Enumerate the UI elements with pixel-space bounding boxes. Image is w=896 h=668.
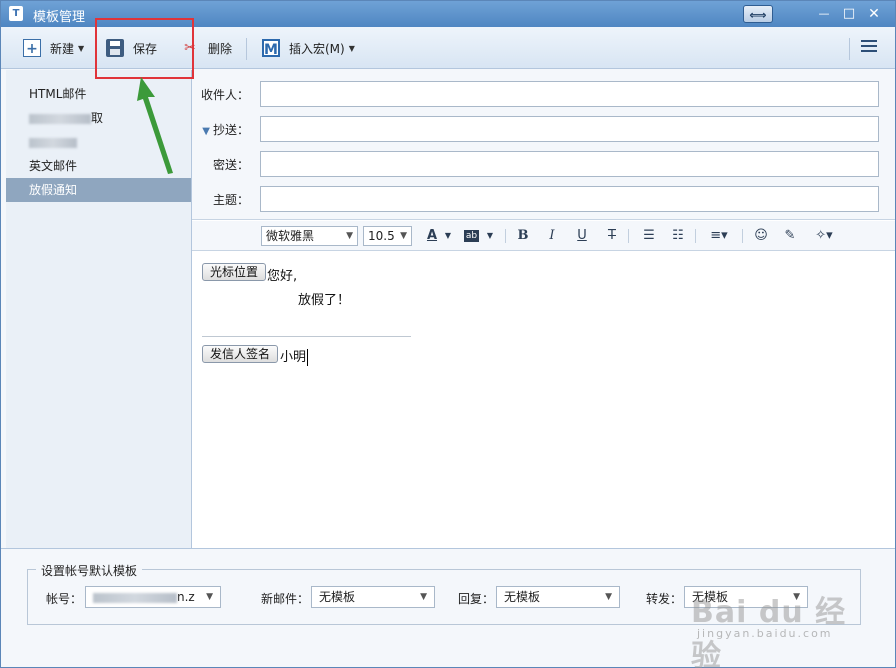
- chevron-down-icon: ▼: [346, 231, 353, 241]
- template-manager-window: T 模板管理 ⟺ — □ ✕ + 新建 ▼ 保存 ✂ 删除 M 插入宏(M) ▼: [0, 0, 896, 668]
- forward-label: 转发：: [646, 592, 683, 606]
- chevron-down-icon: ▼: [348, 43, 355, 53]
- format-toolbar: 微软雅黑 ▼ 10.5 ▼ A ▼ ab ▼ B I U T ☰ ☷ ≡▾ ☺ ✎ …: [192, 221, 895, 251]
- chevron-down-icon[interactable]: ▼: [442, 227, 454, 245]
- letter-m-icon: M: [262, 39, 280, 58]
- new-button-label: 新建: [50, 41, 75, 56]
- toolbar-divider: [849, 38, 850, 60]
- cc-field[interactable]: [260, 116, 879, 142]
- format-divider: [628, 229, 629, 243]
- new-button[interactable]: + 新建 ▼: [23, 36, 84, 60]
- template-editor: 收件人： ▼ 抄送： 密送： 主题： 微软雅黑 ▼ 10.5 ▼ A ▼ ab …: [192, 70, 895, 548]
- plus-box-icon: +: [23, 39, 41, 57]
- subject-label: 主题：: [212, 193, 249, 207]
- cc-label[interactable]: ▼ 抄送：: [202, 121, 249, 138]
- editor-body[interactable]: 光标位置 您好, 放假了！ 发信人签名 小明: [192, 252, 895, 548]
- sender-signature-macro[interactable]: 发信人签名: [202, 345, 279, 363]
- toolbar-divider: [246, 38, 247, 60]
- strikethrough-button[interactable]: T: [602, 227, 622, 245]
- numbered-list-icon[interactable]: ☷: [668, 227, 688, 245]
- align-icon[interactable]: ≡▾: [705, 227, 733, 245]
- window-title: 模板管理: [33, 10, 86, 25]
- insert-macro-label: 插入宏(M): [289, 41, 345, 56]
- maximize-button[interactable]: □: [840, 5, 858, 23]
- subject-field[interactable]: [260, 186, 879, 212]
- reply-label: 回复：: [458, 592, 495, 606]
- new-mail-label: 新邮件：: [261, 592, 310, 606]
- annotation-highlight-box: [95, 18, 194, 79]
- template-item-holiday-notice[interactable]: 放假通知: [6, 178, 191, 202]
- blurred-text: [29, 113, 91, 124]
- magic-wand-icon[interactable]: ✧▾: [810, 227, 838, 245]
- bullet-list-icon[interactable]: ☰: [639, 227, 659, 245]
- underline-button[interactable]: U: [572, 227, 592, 245]
- default-template-panel: 设置帐号默认模板 帐号： n.z ▼ 新邮件： 无模板 ▼ 回复： 无模板 ▼ 转发…: [1, 548, 895, 667]
- cursor-position-macro[interactable]: 光标位置: [202, 263, 267, 281]
- font-family-select[interactable]: 微软雅黑 ▼: [261, 226, 358, 246]
- emoji-icon[interactable]: ☺: [751, 227, 771, 245]
- new-mail-template-select[interactable]: 无模板 ▼: [311, 586, 435, 608]
- cc-row: ▼ 抄送：: [192, 116, 895, 142]
- header-fields: 收件人： ▼ 抄送： 密送： 主题：: [192, 70, 895, 220]
- bold-button[interactable]: B: [513, 227, 533, 245]
- format-divider: [505, 229, 506, 243]
- text-cursor: [307, 349, 309, 366]
- to-field[interactable]: [260, 81, 879, 107]
- minimize-button[interactable]: —: [815, 5, 833, 23]
- clear-format-icon[interactable]: ✎: [780, 227, 800, 245]
- chevron-down-icon: ▼: [400, 231, 407, 241]
- italic-button[interactable]: I: [542, 227, 562, 245]
- insert-macro-button[interactable]: M 插入宏(M) ▼: [262, 36, 355, 60]
- font-color-icon[interactable]: A: [422, 227, 442, 245]
- account-label: 帐号：: [46, 592, 83, 606]
- signature-divider: [202, 336, 411, 337]
- forward-template-select[interactable]: 无模板 ▼: [684, 586, 808, 608]
- signature-text: 小明: [280, 349, 309, 366]
- chevron-down-icon: ▼: [420, 592, 427, 602]
- font-size-select[interactable]: 10.5 ▼: [363, 226, 412, 246]
- chevron-down-icon: ▼: [793, 592, 800, 602]
- annotation-arrow-icon: [137, 77, 173, 174]
- highlight-color-icon[interactable]: ab: [464, 230, 479, 242]
- chevron-down-icon: ▼: [78, 43, 85, 53]
- greeting-text: 您好,: [267, 269, 298, 284]
- reply-template-select[interactable]: 无模板 ▼: [496, 586, 620, 608]
- triangle-down-icon: ▼: [202, 126, 210, 137]
- bcc-field[interactable]: [260, 151, 879, 177]
- blurred-text: [29, 137, 77, 148]
- chevron-down-icon: ▼: [206, 592, 213, 602]
- blurred-text: [93, 592, 177, 603]
- chevron-down-icon: ▼: [605, 592, 612, 602]
- app-icon: T: [9, 6, 23, 21]
- subject-row: 主题：: [192, 186, 895, 212]
- bcc-label: 密送：: [212, 158, 249, 172]
- group-title: 设置帐号默认模板: [36, 562, 143, 579]
- close-button[interactable]: ✕: [865, 5, 883, 23]
- format-divider: [695, 229, 696, 243]
- list-view-icon[interactable]: [861, 40, 877, 54]
- restore-size-button[interactable]: ⟺: [743, 5, 773, 23]
- account-select[interactable]: n.z ▼: [85, 586, 221, 608]
- format-divider: [742, 229, 743, 243]
- body-text: 放假了！: [298, 293, 351, 308]
- bcc-row: 密送：: [192, 151, 895, 177]
- chevron-down-icon[interactable]: ▼: [484, 227, 496, 245]
- delete-button-label: 删除: [208, 41, 233, 56]
- to-label: 收件人：: [200, 88, 249, 102]
- to-row: 收件人：: [192, 81, 895, 107]
